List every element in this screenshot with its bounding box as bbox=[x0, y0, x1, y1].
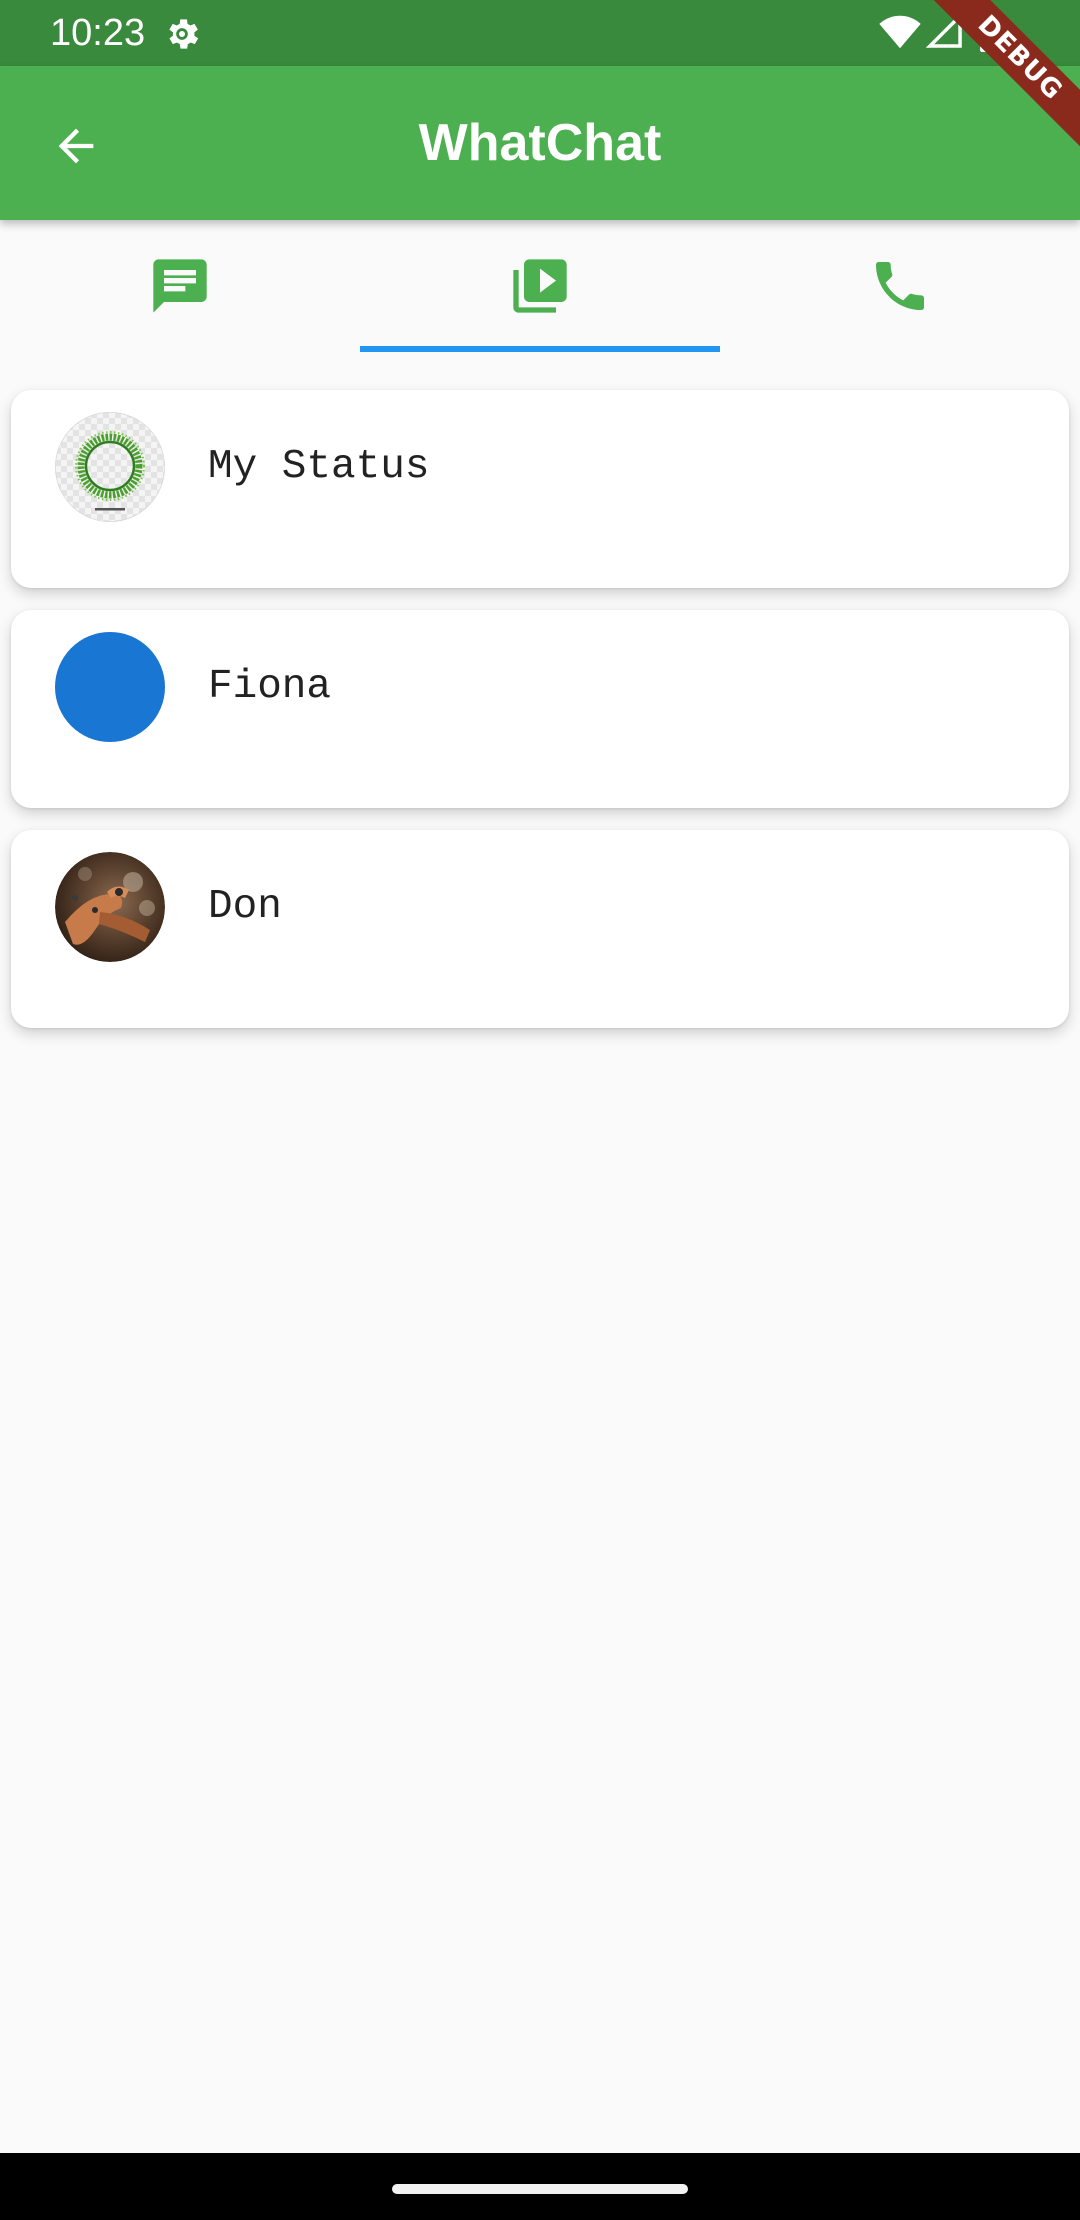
status-bar: 10:23 bbox=[0, 0, 1080, 66]
status-card-my-status[interactable]: My Status bbox=[11, 390, 1069, 588]
tab-bar bbox=[0, 220, 1080, 352]
settings-gear-icon bbox=[169, 19, 199, 49]
status-card-fiona[interactable]: Fiona bbox=[11, 610, 1069, 808]
status-time: 10:23 bbox=[50, 12, 146, 54]
status-name: My Status bbox=[208, 444, 430, 490]
video-library-icon bbox=[513, 259, 567, 313]
home-indicator[interactable] bbox=[392, 2184, 688, 2194]
phone-icon bbox=[876, 262, 924, 310]
tab-indicator bbox=[360, 346, 720, 352]
app-title: WhatChat bbox=[418, 114, 662, 172]
cell-signal-icon bbox=[926, 12, 962, 48]
status-card-don[interactable]: Don bbox=[11, 830, 1069, 1028]
app-bar: WhatChat bbox=[0, 66, 1080, 220]
system-nav-bar bbox=[0, 2153, 1080, 2220]
blue-circle-avatar bbox=[55, 632, 165, 742]
photo-avatar bbox=[55, 852, 165, 962]
status-name: Don bbox=[208, 884, 282, 930]
green-ring-avatar bbox=[55, 412, 165, 522]
tab-calls[interactable] bbox=[720, 220, 1080, 352]
chat-message-icon bbox=[153, 259, 207, 313]
status-name: Fiona bbox=[208, 664, 332, 710]
tab-chats[interactable] bbox=[0, 220, 360, 352]
tab-status[interactable] bbox=[360, 220, 720, 352]
battery-icon bbox=[980, 12, 1002, 52]
wifi-icon bbox=[879, 15, 921, 49]
